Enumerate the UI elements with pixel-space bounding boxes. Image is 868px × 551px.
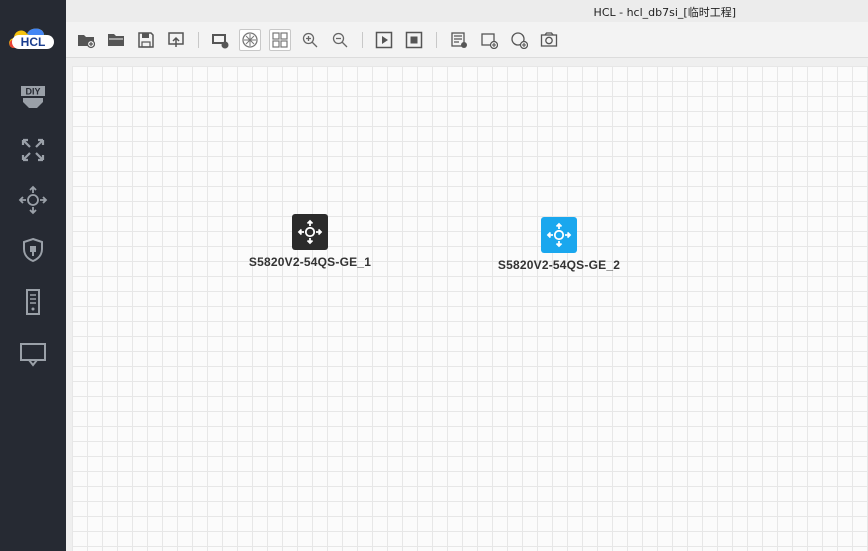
switch-device-icon [292,214,328,250]
title-bar: HCL - hcl_db7si_[临时工程] [66,0,868,22]
export-button[interactable] [165,29,187,51]
add-shape-button[interactable] [508,29,530,51]
sidebar-item-firewall[interactable] [13,232,53,268]
topology-button[interactable] [209,29,231,51]
device-node[interactable]: S5820V2-54QS-GE_1 [244,214,376,269]
diy-icon: DIY [21,86,45,108]
toolbar-separator [362,32,363,48]
terminal-icon [20,343,46,367]
add-note-icon [481,33,498,49]
hcl-logo: HCL [6,24,60,54]
switch-icon [18,185,48,215]
grid-icon [272,32,288,48]
sidebar-item-terminal[interactable] [13,336,53,372]
sidebar-item-switch[interactable] [13,182,53,218]
device-label: S5820V2-54QS-GE_1 [248,255,372,269]
diy-icon-text: DIY [25,87,40,97]
open-folder-icon [108,34,124,46]
logo-text: HCL [21,35,46,49]
toolbar [66,22,868,58]
router-icon [21,138,45,162]
list-button[interactable] [448,29,470,51]
sidebar: HCL DIY [0,0,66,551]
topology-canvas[interactable]: S5820V2-54QS-GE_1 S5820V2-54QS-GE_2 [72,66,868,551]
zoom-in-button[interactable] [299,29,321,51]
device-label: S5820V2-54QS-GE_2 [497,258,621,272]
sidebar-item-diy[interactable]: DIY [13,80,53,116]
toolbar-separator [436,32,437,48]
zoom-out-button[interactable] [329,29,351,51]
stop-icon [405,31,423,49]
start-icon [375,31,393,49]
zoom-in-icon [302,32,318,48]
new-project-icon [78,35,95,49]
stop-device-button[interactable] [403,29,425,51]
shield-icon [23,237,43,263]
zoom-out-icon [332,32,348,48]
switch-device-icon [541,217,577,253]
hide-grid-button[interactable] [239,29,261,51]
save-button[interactable] [135,29,157,51]
hide-grid-icon [242,32,258,48]
sidebar-item-router[interactable] [13,132,53,168]
camera-icon [540,32,558,47]
export-icon [168,32,184,47]
server-icon [26,289,40,315]
new-project-button[interactable] [75,29,97,51]
grid-toggle-button[interactable] [269,29,291,51]
add-shape-icon [511,32,528,49]
toolbar-separator [198,32,199,48]
start-device-button[interactable] [373,29,395,51]
sidebar-item-server[interactable] [13,284,53,320]
list-icon [451,32,467,48]
save-icon [138,32,154,48]
screenshot-button[interactable] [538,29,560,51]
window-title: HCL - hcl_db7si_[临时工程] [593,6,736,19]
open-project-button[interactable] [105,29,127,51]
topology-icon [212,34,229,49]
device-node[interactable]: S5820V2-54QS-GE_2 [493,217,625,272]
add-note-button[interactable] [478,29,500,51]
